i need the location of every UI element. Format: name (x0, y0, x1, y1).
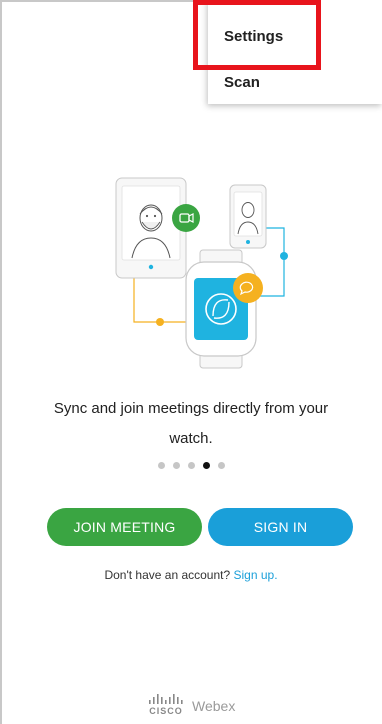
cisco-bars-icon (149, 694, 183, 704)
page-dot-active[interactable] (202, 462, 210, 469)
watch-sync-illustration (115, 177, 288, 369)
connector-dot-yellow (156, 318, 164, 326)
signup-link[interactable]: Sign up. (234, 568, 278, 582)
page-dot[interactable] (217, 462, 225, 469)
settings-highlight-box (193, 0, 321, 70)
page-dot[interactable] (187, 462, 195, 469)
page-indicator (0, 462, 382, 469)
signup-row: Don't have an account? Sign up. (0, 568, 382, 582)
cisco-logo-icon: CISCO (148, 694, 184, 716)
signup-prompt: Don't have an account? (104, 568, 231, 582)
page-dot[interactable] (157, 462, 165, 469)
page-dot[interactable] (172, 462, 180, 469)
person-face-small (241, 202, 255, 218)
cisco-wordmark: CISCO (149, 706, 183, 716)
onboarding-tagline-continued: watch. (169, 430, 213, 447)
onboarding-tagline: Sync and join meetings directly from you… (53, 400, 329, 417)
webex-wordmark: Webex (192, 698, 236, 714)
join-meeting-button[interactable]: JOIN MEETING (47, 508, 202, 546)
chat-bubble-icon (233, 273, 263, 303)
brand-footer: CISCO Webex (148, 694, 235, 716)
connector-dot-blue (280, 252, 288, 260)
video-icon (172, 204, 200, 232)
sign-in-button[interactable]: SIGN IN (208, 508, 353, 546)
menu-item-scan[interactable]: Scan (224, 74, 260, 91)
